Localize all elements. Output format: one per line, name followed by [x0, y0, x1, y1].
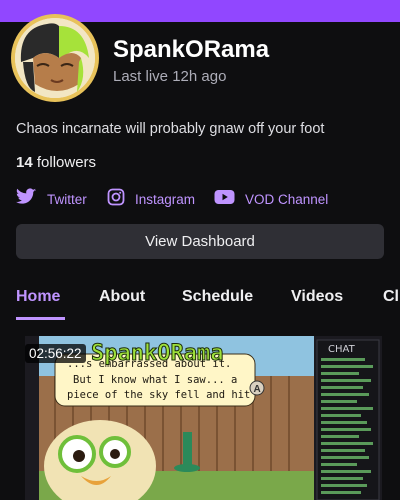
chat-panel-label: CHAT [328, 344, 356, 355]
twitter-link[interactable]: Twitter [16, 187, 87, 211]
overlay-title: SpankORama [91, 341, 223, 366]
instagram-link[interactable]: Instagram [107, 188, 195, 210]
youtube-icon [214, 189, 235, 210]
video-duration-badge: 02:56:22 [25, 344, 86, 363]
channel-bio: Chaos incarnate will probably gnaw off y… [16, 121, 325, 137]
twitter-label: Twitter [47, 191, 87, 207]
followers-count: 14 followers [16, 154, 96, 171]
avatar-image [15, 18, 95, 98]
avatar[interactable] [11, 14, 99, 102]
channel-tabs: Home About Schedule Videos Cl [0, 276, 400, 320]
svg-text:A: A [254, 384, 261, 395]
view-dashboard-button[interactable]: View Dashboard [16, 224, 384, 259]
tab-home[interactable]: Home [16, 288, 60, 306]
instagram-label: Instagram [135, 191, 196, 207]
vod-channel-label: VOD Channel [245, 191, 329, 207]
twitter-icon [16, 187, 37, 211]
last-live-status: Last live 12h ago [113, 68, 227, 85]
tab-clips[interactable]: Cl [383, 288, 399, 306]
tab-about[interactable]: About [99, 288, 145, 306]
followers-label: followers [36, 154, 97, 171]
followers-number: 14 [16, 154, 33, 171]
subtitle-line-2: But I know what I saw... a [73, 374, 237, 386]
channel-name: SpankORama [113, 36, 270, 63]
tab-videos[interactable]: Videos [291, 288, 343, 306]
vod-channel-link[interactable]: VOD Channel [214, 188, 328, 210]
tab-schedule[interactable]: Schedule [182, 288, 253, 306]
active-tab-indicator [16, 317, 65, 320]
subtitle-line-3: piece of the sky fell and hit [67, 389, 250, 401]
instagram-icon [107, 188, 125, 211]
